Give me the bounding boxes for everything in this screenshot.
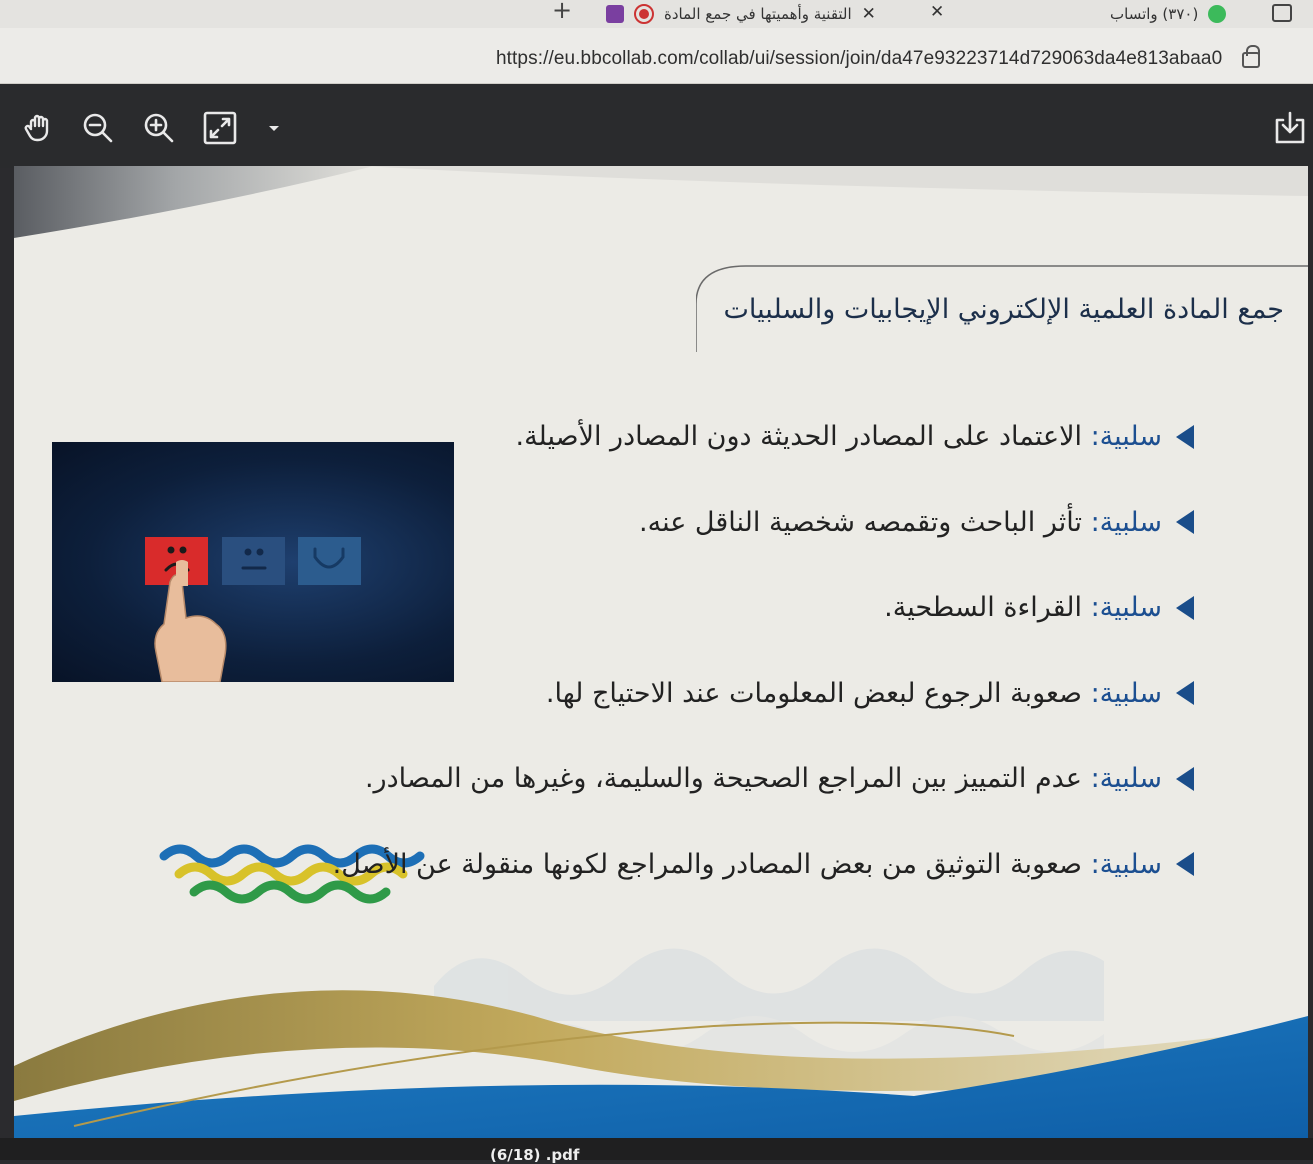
list-item: سلبية: تأثر الباحث وتقمصه شخصية الناقل ع…	[234, 480, 1194, 566]
file-name-label: (6/18) .pdf	[490, 1146, 580, 1164]
slide-title: جمع المادة العلمية الإلكتروني الإيجابيات…	[723, 294, 1285, 325]
bullet-arrow-icon	[1176, 681, 1194, 706]
list-item: سلبية: الاعتماد على المصادر الحديثة دون …	[234, 394, 1194, 480]
bullet-label: سلبية:	[1090, 506, 1162, 538]
list-item: سلبية: صعوبة الرجوع لبعض المعلومات عند ا…	[234, 651, 1194, 737]
bullet-label: سلبية:	[1090, 592, 1162, 624]
bullet-text: صعوبة التوثيق من بعض المصادر والمراجع لك…	[332, 848, 1091, 880]
bullet-text: صعوبة الرجوع لبعض المعلومات عند الاحتياج…	[545, 677, 1091, 709]
url-text[interactable]: https://eu.bbcollab.com/collab/ui/sessio…	[496, 48, 1222, 70]
bullet-text: القراءة السطحية.	[884, 592, 1091, 624]
bullet-label: سلبية:	[1090, 763, 1162, 795]
tab-whatsapp[interactable]: (٣٧٠) واتساب	[1110, 0, 1227, 28]
viewer-toolbar	[0, 84, 1313, 168]
zoom-out-icon[interactable]	[80, 110, 116, 146]
lock-icon[interactable]	[1242, 45, 1260, 68]
new-tab-button[interactable]: +	[552, 0, 572, 24]
download-icon[interactable]	[1272, 110, 1308, 146]
bullet-arrow-icon	[1176, 510, 1194, 535]
bullet-text: تأثر الباحث وتقمصه شخصية الناقل عنه.	[639, 506, 1091, 538]
hand-icon[interactable]	[22, 110, 58, 146]
bullet-list: سلبية: الاعتماد على المصادر الحديثة دون …	[234, 394, 1194, 907]
bullet-label: سلبية:	[1090, 421, 1162, 453]
zoom-in-icon[interactable]	[141, 110, 177, 146]
bullet-label: سلبية:	[1090, 848, 1162, 880]
tab-close-icon[interactable]: ✕	[862, 4, 876, 24]
bullet-text: الاعتماد على المصادر الحديثة دون المصادر…	[515, 421, 1091, 453]
tab-title: (٣٧٠) واتساب	[1110, 5, 1199, 23]
list-item: سلبية: صعوبة التوثيق من بعض المصادر والم…	[234, 822, 1194, 908]
bullet-arrow-icon	[1176, 595, 1194, 620]
tab-close-icon[interactable]: ✕	[930, 2, 944, 22]
browser-tab-bar: + ✕ التقنية وأهميتها في جمع المادة ✕ (٣٧…	[0, 0, 1313, 28]
list-item: سلبية: عدم التمييز بين المراجع الصحيحة و…	[234, 736, 1194, 822]
record-icon	[634, 4, 654, 24]
app-favicon-icon	[606, 5, 624, 23]
bullet-arrow-icon	[1176, 852, 1194, 877]
fit-to-screen-icon[interactable]	[202, 110, 238, 146]
bullet-arrow-icon	[1176, 424, 1194, 449]
whatsapp-icon	[1208, 5, 1227, 23]
list-item: سلبية: القراءة السطحية.	[234, 565, 1194, 651]
presentation-slide: جمع المادة العلمية الإلكتروني الإيجابيات…	[14, 166, 1308, 1138]
bullet-arrow-icon	[1176, 766, 1194, 791]
address-bar[interactable]: https://eu.bbcollab.com/collab/ui/sessio…	[0, 28, 1313, 84]
tab-active[interactable]: ✕ التقنية وأهميتها في جمع المادة	[606, 0, 876, 28]
tab-title: التقنية وأهميتها في جمع المادة	[664, 5, 852, 23]
bullet-label: سلبية:	[1090, 677, 1162, 709]
chevron-down-icon[interactable]	[256, 110, 279, 146]
window-icon[interactable]	[1272, 4, 1292, 22]
viewer-footer	[0, 1138, 1313, 1160]
bullet-text: عدم التمييز بين المراجع الصحيحة والسليمة…	[364, 763, 1091, 795]
